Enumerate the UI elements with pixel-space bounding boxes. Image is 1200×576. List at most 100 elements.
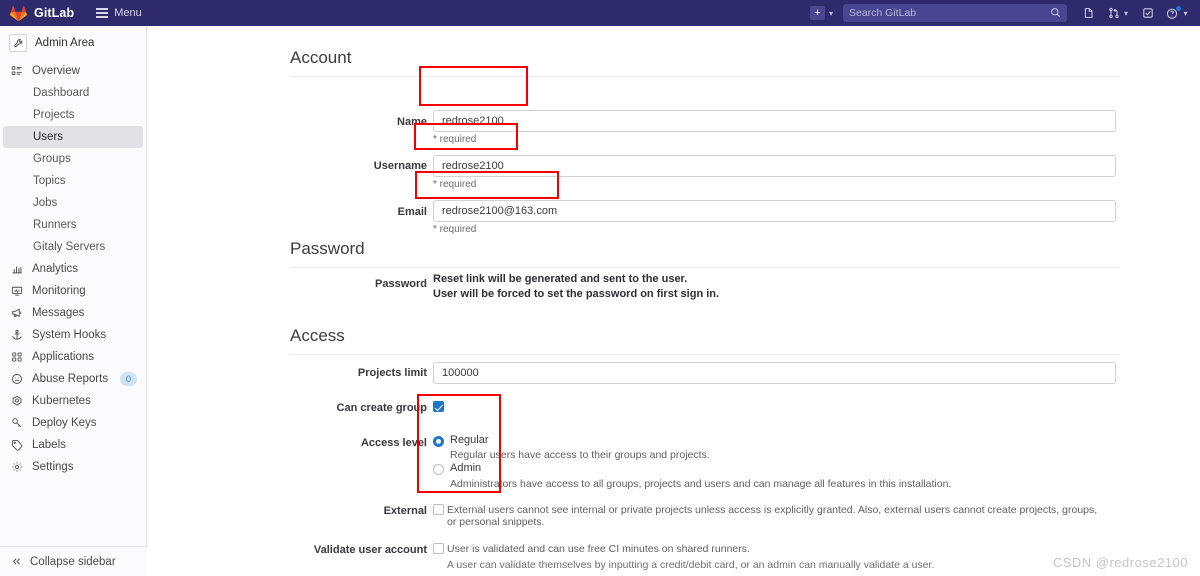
projects-limit-label: Projects limit [357,367,427,379]
merge-requests-button[interactable]: ▾ [1101,0,1135,26]
external-checkbox[interactable] [433,504,444,515]
anchor-icon [11,329,23,341]
access-divider [290,354,1120,355]
sidebar-item-overview[interactable]: Overview [0,60,146,82]
wrench-icon [9,34,27,52]
issues-button[interactable] [1077,0,1101,26]
brand-name: GitLab [34,6,75,20]
plus-square-icon: + [809,6,825,20]
name-input[interactable]: redrose2100 [433,110,1116,132]
sidebar-item-kubernetes[interactable]: Kubernetes [0,390,146,412]
gitlab-tanuki-logo [10,5,27,22]
search-input[interactable]: Search GitLab [843,4,1067,22]
password-divider [290,267,1120,268]
sidebar-item-messages[interactable]: Messages [0,302,146,324]
sidebar-context-header[interactable]: Admin Area [0,26,146,60]
overview-list-icon [11,65,23,77]
chevron-down-icon: ▾ [1183,8,1188,18]
sidebar-item-label: Users [33,131,64,143]
sidebar-item-groups[interactable]: Groups [3,148,143,170]
collapse-sidebar-label: Collapse sidebar [30,555,116,568]
sidebar-item-label: Topics [33,175,66,187]
sidebar-item-gitaly-servers[interactable]: Gitaly Servers [3,236,143,258]
sidebar-item-abuse-reports[interactable]: Abuse Reports 0 [0,368,146,390]
sidebar-item-monitoring[interactable]: Monitoring [0,280,146,302]
username-label: Username [373,160,427,172]
navbar-right-actions: + ▾ Search GitLab ▾ ▾ [809,0,1200,26]
chevron-down-icon: ▾ [828,8,833,18]
email-input[interactable]: redrose2100@163.com [433,200,1116,222]
sidebar-item-applications[interactable]: Applications [0,346,146,368]
sidebar-item-label: Jobs [33,197,58,209]
merge-request-icon [1108,7,1120,19]
kubernetes-icon [11,395,23,407]
email-label: Email [397,206,427,218]
admin-sidebar: Admin Area Overview Dashboard Projects U… [0,26,147,576]
user-edit-form: Account Name redrose2100 * required User… [147,26,1200,576]
sidebar-item-system-hooks[interactable]: System Hooks [0,324,146,346]
password-section-heading: Password [290,239,365,258]
label-tag-icon [11,439,23,451]
account-section-heading: Account [290,48,352,67]
sidebar-item-topics[interactable]: Topics [3,170,143,192]
collapse-sidebar-button[interactable]: Collapse sidebar [0,546,147,576]
sidebar-item-label: Kubernetes [32,395,91,407]
sidebar-item-deploy-keys[interactable]: Deploy Keys [0,412,146,434]
sidebar-item-label: Settings [32,461,74,473]
sidebar-item-label: Messages [32,307,85,319]
access-level-regular-radio[interactable] [433,436,444,447]
sidebar-item-projects[interactable]: Projects [3,104,143,126]
gear-icon [11,461,23,473]
sidebar-item-analytics[interactable]: Analytics [0,258,146,280]
sidebar-item-label: Groups [33,153,71,165]
password-reset-line-1: Reset link will be generated and sent to… [433,273,688,285]
chevron-down-icon: ▾ [1123,8,1128,18]
key-icon [11,417,23,429]
email-required-help: * required [433,224,477,235]
username-input[interactable]: redrose2100 [433,155,1116,177]
validate-user-account-checkbox[interactable] [433,543,444,554]
access-level-label: Access level [360,437,427,449]
sidebar-item-label: Analytics [32,263,79,275]
validate-user-account-description: User is validated and can use free CI mi… [447,543,750,555]
csdn-watermark: CSDN @redrose2100 [1052,555,1188,570]
validate-user-account-label: Validate user account [313,544,427,556]
menu-button[interactable]: Menu [96,7,142,19]
can-create-group-checkbox[interactable] [433,401,444,412]
sidebar-item-label: Applications [32,351,95,363]
sidebar-item-dashboard[interactable]: Dashboard [3,82,143,104]
can-create-group-label: Can create group [336,402,427,414]
search-icon [1050,7,1061,18]
chevron-double-left-icon [11,556,22,567]
sidebar-item-label: Monitoring [32,285,86,297]
external-description: External users cannot see internal or pr… [447,504,1098,528]
sidebar-item-labels[interactable]: Labels [0,434,146,456]
search-placeholder: Search GitLab [849,7,917,19]
name-label: Name [397,116,427,128]
issues-icon [1083,7,1095,19]
access-level-regular-description: Regular users have access to their group… [450,449,710,461]
sidebar-item-label: Projects [33,109,75,121]
sidebar-item-users[interactable]: Users [3,126,143,148]
new-item-button[interactable]: + ▾ [809,0,833,26]
access-level-admin-radio[interactable] [433,464,444,475]
projects-limit-input[interactable]: 100000 [433,362,1116,384]
applications-grid-icon [11,351,23,363]
access-level-regular-label: Regular [450,434,489,446]
sidebar-item-label: Labels [32,439,66,451]
help-notification-dot [1176,5,1182,11]
todos-button[interactable] [1135,0,1161,26]
abuse-face-icon [11,373,23,385]
gitlab-brand[interactable]: GitLab [0,5,74,22]
help-button[interactable]: ▾ [1161,0,1193,26]
help-question-icon [1166,5,1182,20]
validate-user-account-subdescription: A user can validate themselves by inputt… [447,559,935,571]
external-label: External [383,505,427,517]
monitor-icon [11,285,23,297]
sidebar-item-runners[interactable]: Runners [3,214,143,236]
sidebar-item-settings[interactable]: Settings [0,456,146,478]
sidebar-context-title: Admin Area [35,37,95,49]
sidebar-item-label: Deploy Keys [32,417,97,429]
sidebar-item-jobs[interactable]: Jobs [3,192,143,214]
menu-label: Menu [114,7,142,19]
